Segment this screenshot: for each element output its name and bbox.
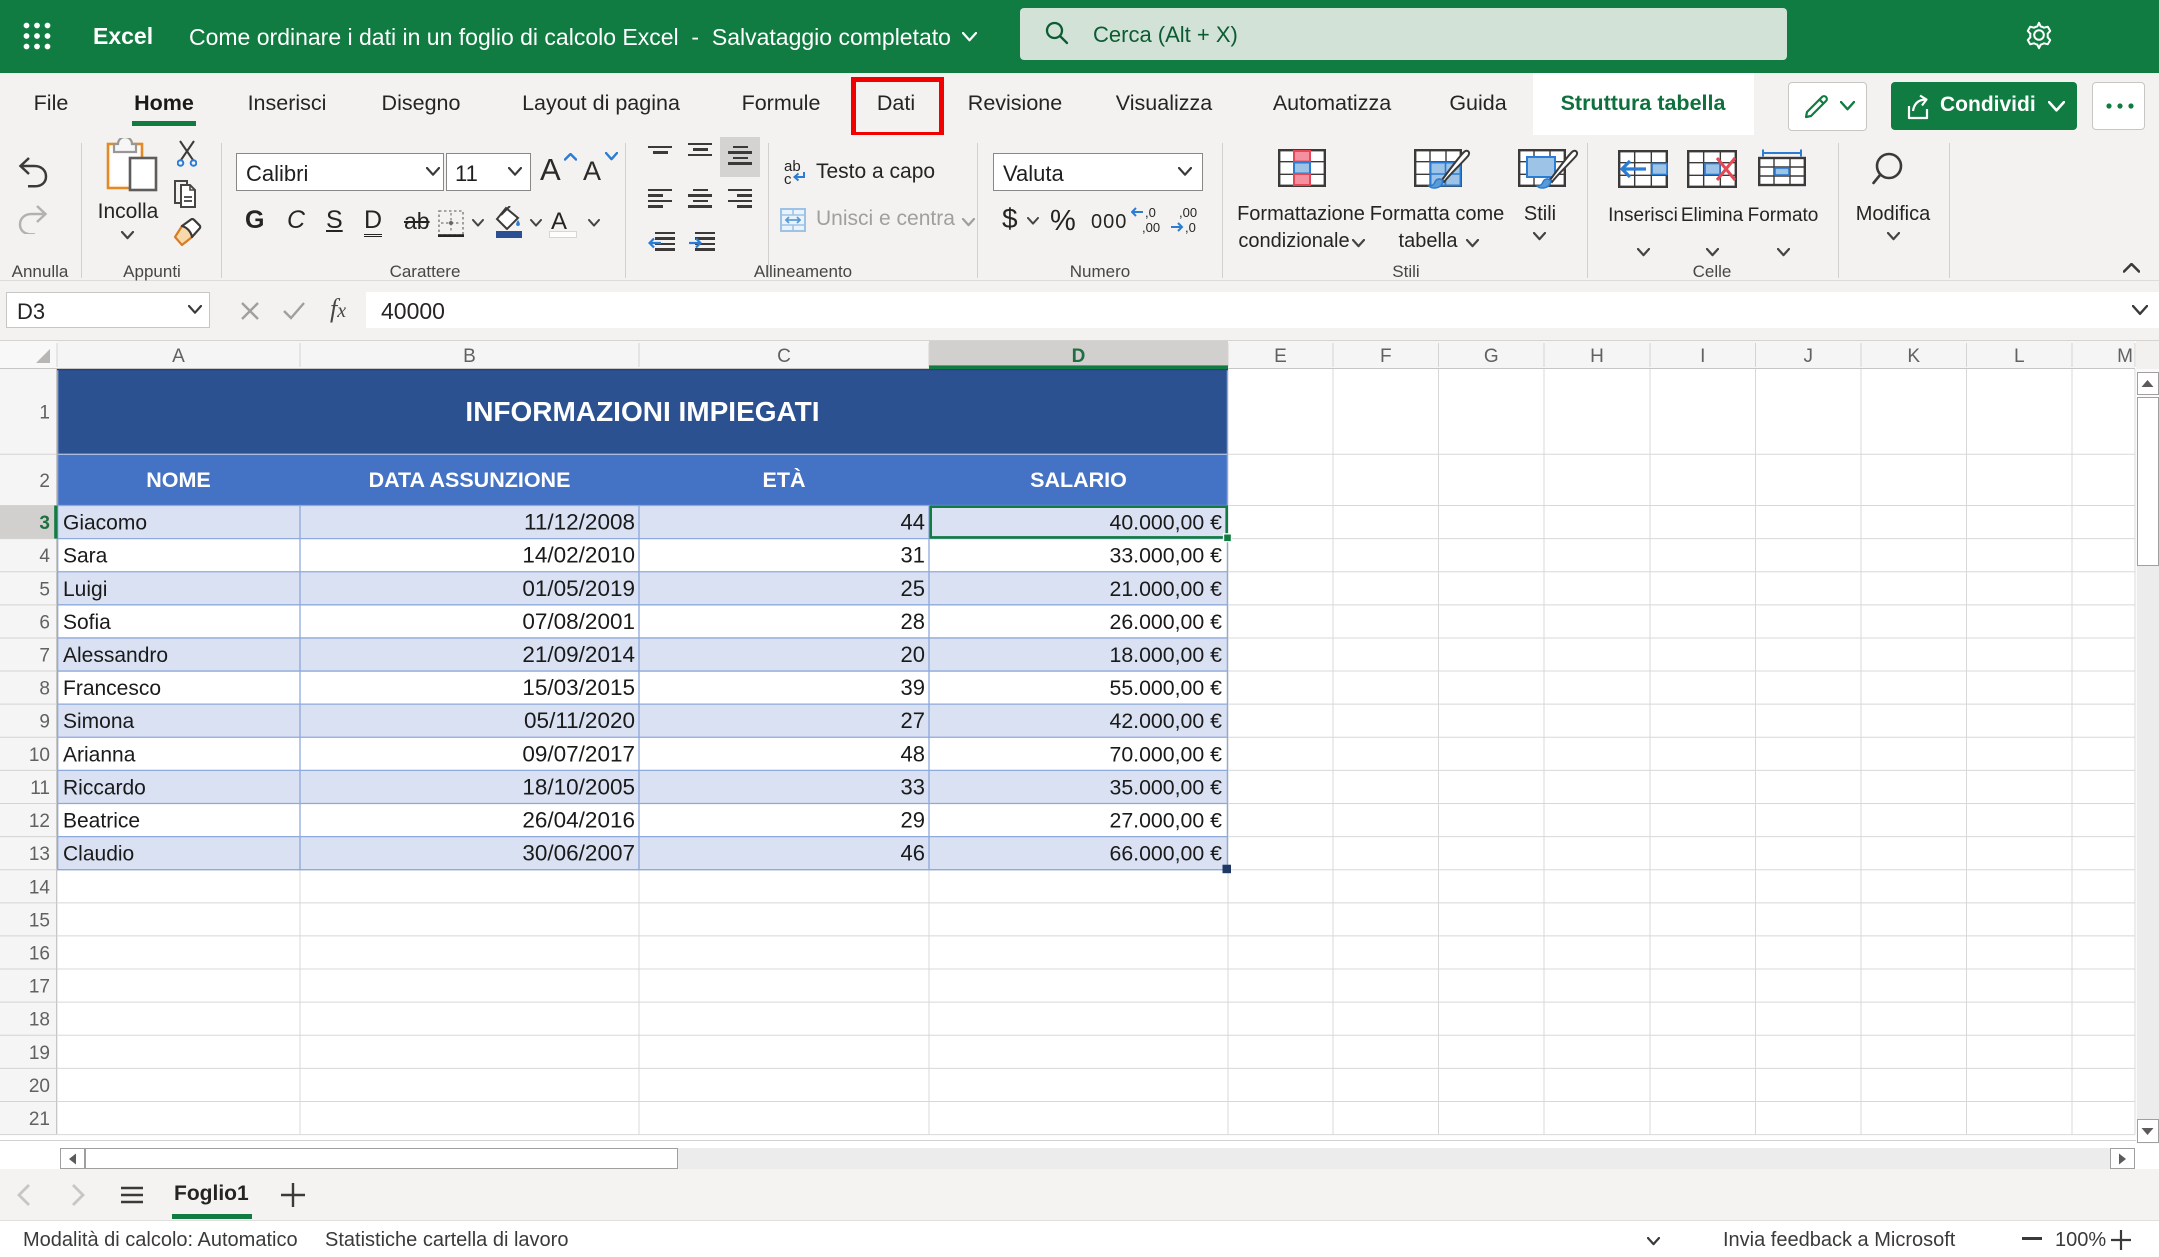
svg-text:Sara: Sara xyxy=(63,545,108,568)
svg-text:21.000,00 €: 21.000,00 € xyxy=(1109,577,1222,601)
svg-text:17: 17 xyxy=(29,977,50,998)
svg-text:18.000,00 €: 18.000,00 € xyxy=(1109,643,1222,667)
svg-text:,0: ,0 xyxy=(1145,206,1156,220)
svg-text:48: 48 xyxy=(901,741,925,766)
svg-text:20: 20 xyxy=(29,1076,50,1097)
svg-text:20: 20 xyxy=(901,642,925,667)
svg-text:39: 39 xyxy=(901,675,925,700)
svg-text:14: 14 xyxy=(29,877,51,898)
svg-text:30/06/2007: 30/06/2007 xyxy=(522,841,635,866)
svg-text:E: E xyxy=(1274,346,1287,367)
svg-text:09/07/2017: 09/07/2017 xyxy=(522,741,635,766)
svg-text:,00: ,00 xyxy=(1179,206,1197,220)
svg-text:26/04/2016: 26/04/2016 xyxy=(522,808,635,833)
svg-text:15: 15 xyxy=(29,910,50,931)
svg-text:8: 8 xyxy=(39,679,50,700)
svg-text:G: G xyxy=(1484,346,1499,367)
svg-text:21: 21 xyxy=(29,1109,50,1130)
svg-text:33.000,00 €: 33.000,00 € xyxy=(1109,544,1222,568)
svg-text:11: 11 xyxy=(30,778,50,799)
svg-text:DATA ASSUNZIONE: DATA ASSUNZIONE xyxy=(369,468,571,492)
svg-text:Giacomo: Giacomo xyxy=(63,512,147,535)
svg-text:29: 29 xyxy=(901,808,925,833)
svg-text:,00: ,00 xyxy=(1142,220,1160,234)
svg-text:18/10/2005: 18/10/2005 xyxy=(522,774,635,799)
svg-text:15/03/2015: 15/03/2015 xyxy=(522,675,635,700)
svg-text:35.000,00 €: 35.000,00 € xyxy=(1109,775,1222,799)
svg-text:27: 27 xyxy=(901,708,925,733)
svg-text:NOME: NOME xyxy=(146,468,211,492)
svg-text:Simona: Simona xyxy=(63,710,135,733)
svg-text:11/12/2008: 11/12/2008 xyxy=(524,510,635,535)
svg-text:Claudio: Claudio xyxy=(63,843,134,866)
svg-text:Luigi: Luigi xyxy=(63,578,107,601)
svg-text:14/02/2010: 14/02/2010 xyxy=(522,543,635,568)
svg-text:05/11/2020: 05/11/2020 xyxy=(524,708,635,733)
svg-text:26.000,00 €: 26.000,00 € xyxy=(1109,610,1222,634)
svg-text:ETÀ: ETÀ xyxy=(763,467,806,492)
svg-text:1: 1 xyxy=(39,403,50,424)
svg-text:01/05/2019: 01/05/2019 xyxy=(522,576,635,601)
svg-text:c: c xyxy=(784,171,792,186)
svg-text:Alessandro: Alessandro xyxy=(63,644,168,667)
svg-text:Francesco: Francesco xyxy=(63,677,161,700)
svg-text:44: 44 xyxy=(901,510,925,535)
svg-text:SALARIO: SALARIO xyxy=(1030,468,1127,492)
svg-text:13: 13 xyxy=(29,844,50,865)
svg-text:27.000,00 €: 27.000,00 € xyxy=(1109,809,1222,833)
svg-text:M: M xyxy=(2117,346,2133,367)
svg-text:J: J xyxy=(1804,346,1814,367)
svg-text:F: F xyxy=(1380,346,1392,367)
svg-text:9: 9 xyxy=(39,712,50,733)
svg-text:A: A xyxy=(172,346,185,367)
svg-text:7: 7 xyxy=(39,645,50,666)
svg-text:,0: ,0 xyxy=(1185,220,1196,234)
svg-text:28: 28 xyxy=(901,609,925,634)
svg-text:31: 31 xyxy=(901,543,925,568)
svg-text:Sofia: Sofia xyxy=(63,611,111,634)
svg-text:Arianna: Arianna xyxy=(63,743,136,766)
svg-text:I: I xyxy=(1700,346,1705,367)
svg-text:INFORMAZIONI IMPIEGATI: INFORMAZIONI IMPIEGATI xyxy=(465,396,819,427)
svg-text:21/09/2014: 21/09/2014 xyxy=(522,642,635,667)
svg-text:55.000,00 €: 55.000,00 € xyxy=(1109,676,1222,700)
svg-text:46: 46 xyxy=(901,841,925,866)
svg-text:H: H xyxy=(1590,346,1604,367)
svg-text:16: 16 xyxy=(29,943,50,964)
svg-text:10: 10 xyxy=(29,745,50,766)
svg-text:B: B xyxy=(463,346,476,367)
svg-text:42.000,00 €: 42.000,00 € xyxy=(1109,709,1222,733)
svg-text:K: K xyxy=(1907,346,1920,367)
svg-text:5: 5 xyxy=(39,579,50,600)
svg-text:3: 3 xyxy=(39,513,50,534)
svg-text:L: L xyxy=(2014,346,2025,367)
svg-text:25: 25 xyxy=(901,576,925,601)
svg-text:4: 4 xyxy=(39,546,50,567)
svg-text:19: 19 xyxy=(29,1043,50,1064)
svg-text:12: 12 xyxy=(29,811,50,832)
svg-text:66.000,00 €: 66.000,00 € xyxy=(1109,842,1222,866)
svg-text:07/08/2001: 07/08/2001 xyxy=(522,609,635,634)
svg-text:Riccardo: Riccardo xyxy=(63,776,146,799)
svg-text:D: D xyxy=(1072,346,1086,367)
svg-text:C: C xyxy=(777,346,791,367)
svg-text:6: 6 xyxy=(39,612,50,633)
svg-text:18: 18 xyxy=(29,1010,50,1031)
svg-text:40.000,00 €: 40.000,00 € xyxy=(1109,511,1222,535)
svg-text:33: 33 xyxy=(901,774,925,799)
svg-text:Beatrice: Beatrice xyxy=(63,810,140,833)
svg-text:70.000,00 €: 70.000,00 € xyxy=(1109,742,1222,766)
svg-text:2: 2 xyxy=(39,471,50,492)
